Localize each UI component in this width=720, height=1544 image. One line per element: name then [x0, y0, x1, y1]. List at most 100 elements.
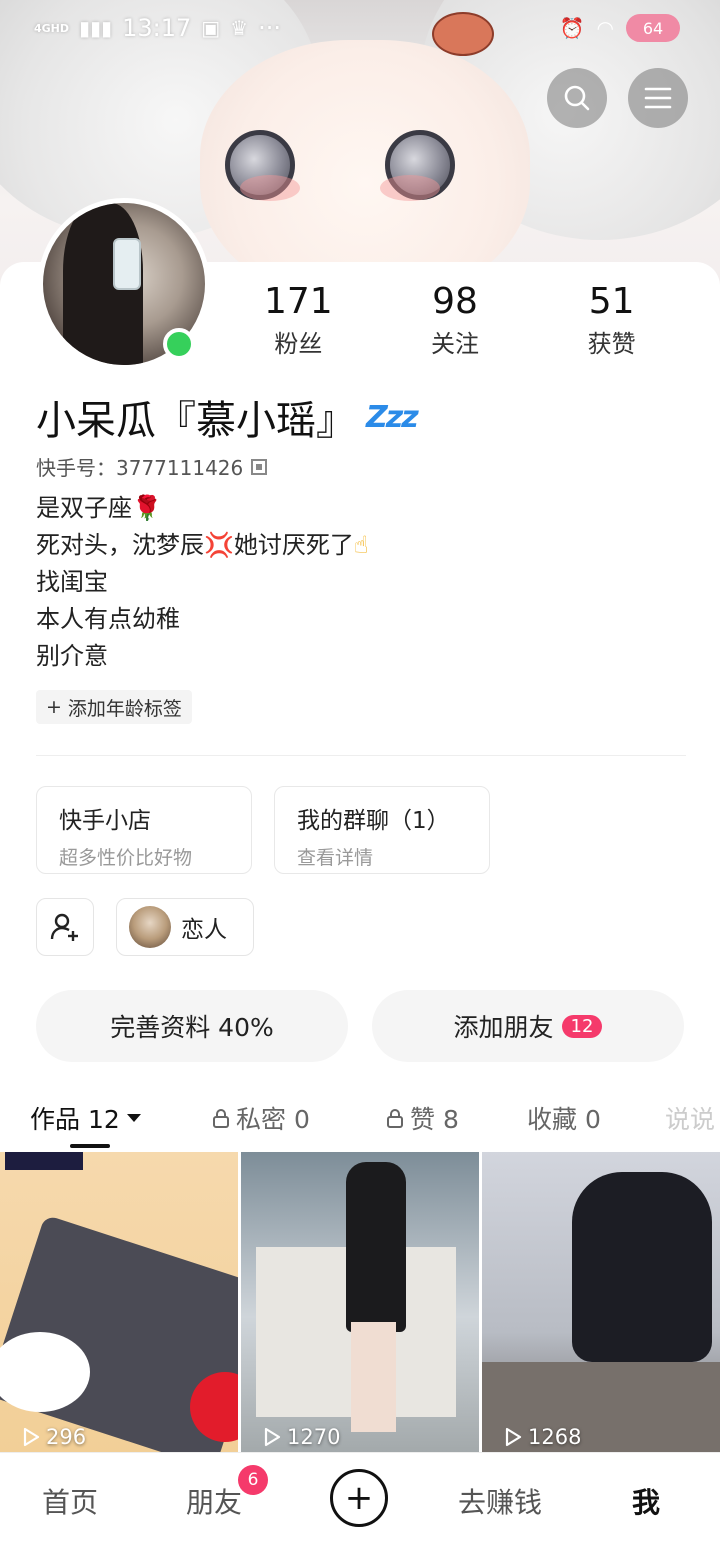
online-status-dot — [163, 328, 195, 360]
complete-profile-label: 完善资料 40% — [110, 1013, 274, 1042]
shop-card[interactable]: 快手小店 超多性价比好物 — [36, 786, 252, 874]
friends-badge: 6 — [238, 1465, 268, 1495]
sleeping-emoji-icon: Zzz — [366, 399, 419, 435]
play-count-text: 296 — [46, 1425, 87, 1449]
bio: 是双子座🌹 死对头，沈梦辰💢她讨厌死了☝ 找闺宝 本人有点幼稚 别介意 — [36, 490, 369, 675]
alarm-icon: ⏰ — [559, 16, 585, 40]
tab-moments-label: 说说 — [665, 1105, 716, 1134]
lock-icon — [387, 1109, 403, 1128]
bottom-nav: 首页 朋友 6 + 去赚钱 我 — [0, 1452, 720, 1544]
play-count: 1268 — [504, 1422, 581, 1452]
content-tabs: 作品 12 私密 0 赞 8 收藏 0 说说 — [0, 1088, 720, 1150]
video-thumbnail[interactable]: 296 — [0, 1152, 238, 1452]
anger-emoji-icon: 💢 — [204, 531, 234, 559]
play-icon — [23, 1427, 40, 1447]
play-count-text: 1270 — [287, 1425, 341, 1449]
status-time: 13:17 — [122, 14, 192, 42]
menu-button[interactable] — [628, 68, 688, 128]
bio-line-text: 死对头，沈梦辰 — [36, 531, 204, 559]
tab-likes[interactable]: 赞 8 — [386, 1100, 459, 1136]
group-chat-title: 我的群聊（1） — [297, 808, 450, 834]
age-tag-label: 添加年龄标签 — [67, 697, 182, 720]
nav-me[interactable]: 我 — [632, 1481, 660, 1521]
stat-following[interactable]: 98 关注 — [377, 282, 534, 359]
banner-art — [240, 175, 300, 201]
play-icon — [505, 1427, 522, 1447]
complete-profile-button[interactable]: 完善资料 40% — [36, 990, 348, 1062]
caret-down-icon — [126, 1114, 141, 1122]
tab-works[interactable]: 作品 12 — [30, 1100, 142, 1136]
add-friend-small-button[interactable] — [36, 898, 94, 956]
video-thumbnail[interactable]: 1268 — [482, 1152, 720, 1452]
nav-earn[interactable]: 去赚钱 — [458, 1481, 542, 1521]
lover-avatar — [129, 906, 171, 948]
qr-code-icon[interactable] — [251, 458, 268, 475]
stat-label: 获赞 — [587, 329, 636, 358]
user-id[interactable]: 快手号：3777111426 — [36, 452, 268, 481]
nickname: 小呆瓜『慕小瑶』 Zzz — [36, 388, 419, 446]
search-icon — [564, 85, 590, 111]
works-grid: 296 1270 1268 — [0, 1152, 720, 1452]
plus-icon: + — [344, 1478, 374, 1518]
divider — [36, 755, 686, 756]
lover-button[interactable]: 恋人 — [116, 898, 254, 956]
bio-line: 是双子座🌹 — [36, 490, 369, 527]
bio-line-text: 她讨厌死了 — [233, 531, 354, 559]
bio-line: 别介意 — [36, 642, 108, 670]
stats-row: 171 粉丝 98 关注 51 获赞 — [220, 282, 690, 359]
play-icon — [264, 1427, 281, 1447]
play-count: 1270 — [263, 1422, 340, 1452]
bio-line: 本人有点幼稚 — [36, 605, 180, 633]
tab-private-label: 私密 0 — [236, 1105, 310, 1134]
stat-likes[interactable]: 51 获赞 — [533, 282, 690, 359]
user-id-text: 快手号：3777111426 — [36, 456, 244, 480]
stat-followers[interactable]: 171 粉丝 — [220, 282, 377, 359]
tab-moments[interactable]: 说说 — [665, 1100, 715, 1136]
active-tab-indicator — [70, 1144, 110, 1148]
network-indicator: 4GHD — [34, 21, 70, 35]
nav-friends[interactable]: 朋友 — [186, 1481, 242, 1521]
signal-icon: ▮▮▮ — [79, 16, 113, 40]
pointing-finger-emoji-icon: ☝ — [353, 531, 369, 559]
add-friends-button[interactable]: 添加朋友 12 — [372, 990, 684, 1062]
thumbnail-art — [5, 1152, 83, 1170]
video-app-icon: ▣ — [201, 16, 221, 40]
search-button[interactable] — [547, 68, 607, 128]
stat-number: 171 — [263, 281, 333, 322]
add-user-icon — [50, 913, 78, 941]
tab-works-label: 作品 12 — [30, 1105, 120, 1134]
shop-card-title: 快手小店 — [59, 808, 151, 834]
stat-number: 51 — [588, 281, 635, 322]
wifi-icon: ◠ — [596, 16, 614, 40]
add-age-tag-button[interactable]: + 添加年龄标签 — [36, 690, 192, 724]
lock-icon — [213, 1109, 229, 1128]
status-bar: 4GHD ▮▮▮ 13:17 ▣ ♛ ··· ⏰ ◠ 64 — [0, 0, 720, 56]
add-friends-badge: 12 — [561, 1014, 603, 1038]
shop-card-subtitle: 超多性价比好物 — [59, 847, 193, 869]
bio-line: 死对头，沈梦辰💢她讨厌死了☝ — [36, 527, 369, 564]
stat-number: 98 — [432, 281, 478, 322]
tab-private[interactable]: 私密 0 — [212, 1100, 310, 1136]
battery-indicator: 64 — [626, 14, 680, 42]
tab-favorites-label: 收藏 0 — [527, 1105, 601, 1134]
bio-line: 找闺宝 — [36, 568, 108, 596]
status-more: ··· — [258, 14, 281, 42]
bio-line-text: 是双子座 — [36, 494, 132, 522]
rose-emoji-icon: 🌹 — [132, 494, 162, 522]
tab-favorites[interactable]: 收藏 0 — [527, 1100, 601, 1136]
banner-art — [380, 175, 440, 201]
stat-label: 关注 — [431, 329, 479, 358]
add-friends-label: 添加朋友 — [453, 1013, 554, 1042]
video-thumbnail[interactable]: 1270 — [241, 1152, 479, 1452]
create-button[interactable]: + — [330, 1469, 388, 1527]
menu-icon — [644, 87, 672, 109]
thumbnail-art — [346, 1162, 406, 1332]
lover-label: 恋人 — [181, 917, 227, 943]
avatar-art — [113, 238, 141, 290]
thumbnail-art — [572, 1172, 712, 1362]
stat-label: 粉丝 — [274, 329, 323, 358]
group-chat-subtitle: 查看详情 — [297, 847, 374, 869]
nav-home[interactable]: 首页 — [42, 1481, 98, 1521]
thumbnail-art — [351, 1322, 396, 1432]
group-chat-card[interactable]: 我的群聊（1） 查看详情 — [274, 786, 490, 874]
